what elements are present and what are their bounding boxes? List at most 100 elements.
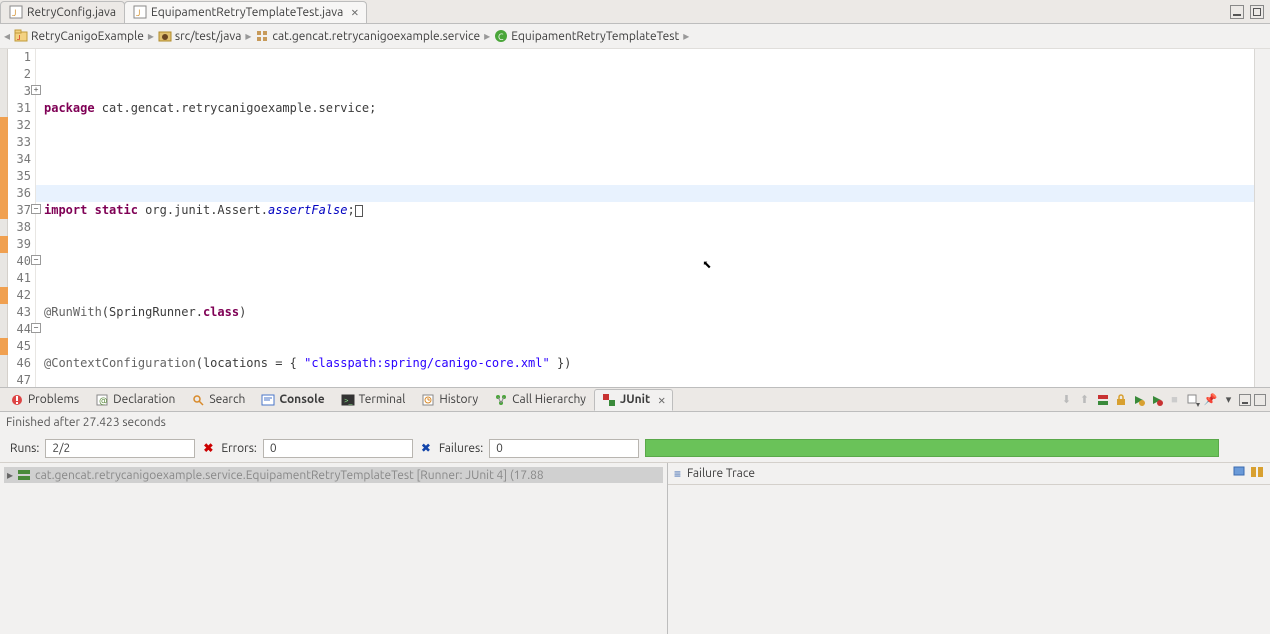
source-folder-icon xyxy=(158,29,172,43)
close-icon[interactable]: ✕ xyxy=(351,5,358,19)
svg-text:J: J xyxy=(136,8,140,18)
junit-stats: Runs: 2/2 ✖ Errors: 0 ✖ Failures: 0 xyxy=(0,434,1270,462)
declaration-icon: @ xyxy=(95,393,109,407)
errors-label: Errors: xyxy=(221,442,257,455)
editor-tab-label: RetryConfig.java xyxy=(27,6,116,19)
runs-value: 2/2 xyxy=(45,439,195,458)
failures-label: Failures: xyxy=(439,442,483,455)
error-icon: ✖ xyxy=(201,441,215,455)
view-tab-label: Call Hierarchy xyxy=(512,393,586,406)
breadcrumb-folder[interactable]: src/test/java xyxy=(158,29,242,43)
scroll-lock-icon[interactable] xyxy=(1113,392,1128,407)
editor-tab-active[interactable]: J EquipamentRetryTemplateTest.java ✕ xyxy=(124,1,367,23)
failures-value: 0 xyxy=(489,439,639,458)
svg-text:J: J xyxy=(17,34,20,42)
view-tab-label: Problems xyxy=(28,393,79,406)
view-tab-label: JUnit xyxy=(620,393,650,406)
breadcrumb: ◂ J RetryCanigoExample ▸ src/test/java ▸… xyxy=(0,24,1270,49)
show-failures-icon[interactable] xyxy=(1095,392,1110,407)
breadcrumb-package[interactable]: cat.gencat.retrycanigoexample.service xyxy=(255,29,480,43)
history-icon xyxy=(421,393,435,407)
tab-console[interactable]: Console xyxy=(253,389,332,411)
breadcrumb-project[interactable]: J RetryCanigoExample xyxy=(14,29,144,43)
failure-trace-pane: ≡ Failure Trace xyxy=(668,463,1270,634)
editor-pane: J RetryConfig.java J EquipamentRetryTemp… xyxy=(0,0,1270,388)
failure-icon: ✖ xyxy=(419,441,433,455)
tab-declaration[interactable]: @ Declaration xyxy=(87,389,183,411)
history-dropdown-icon[interactable] xyxy=(1185,392,1200,407)
console-icon xyxy=(261,393,275,407)
compare-icon[interactable] xyxy=(1250,465,1264,482)
code-content[interactable]: package cat.gencat.retrycanigoexample.se… xyxy=(36,49,1254,387)
vertical-scrollbar[interactable] xyxy=(1254,49,1270,387)
java-file-icon: J xyxy=(133,5,147,19)
breadcrumb-label: RetryCanigoExample xyxy=(31,30,144,43)
expand-icon[interactable]: ▸ xyxy=(7,468,13,482)
minimize-icon[interactable] xyxy=(1239,394,1251,406)
chevron-right-icon: ▸ xyxy=(245,29,251,43)
stack-icon: ≡ xyxy=(674,467,681,481)
view-tabs: Problems @ Declaration Search Console >_… xyxy=(0,388,1270,412)
project-icon: J xyxy=(14,29,28,43)
errors-value: 0 xyxy=(263,439,413,458)
tab-search[interactable]: Search xyxy=(183,389,253,411)
tab-problems[interactable]: Problems xyxy=(2,389,87,411)
view-tab-label: Search xyxy=(209,393,245,406)
code-editor[interactable]: 1 2 3+ 31 32 33 34 35 36 37− 38 39 40− 4… xyxy=(0,49,1270,387)
bottom-panel: Problems @ Declaration Search Console >_… xyxy=(0,388,1270,634)
prev-failure-icon[interactable]: ⬆ xyxy=(1077,392,1092,407)
pin-icon[interactable]: 📌 xyxy=(1203,392,1218,407)
rerun-failed-icon[interactable] xyxy=(1149,392,1164,407)
test-tree-item[interactable]: ▸ cat.gencat.retrycanigoexample.service.… xyxy=(4,467,663,483)
view-tab-label: Terminal xyxy=(359,393,406,406)
junit-status: Finished after 27.423 seconds xyxy=(0,412,1270,434)
search-icon xyxy=(191,393,205,407)
failure-trace-label: Failure Trace xyxy=(687,467,755,480)
maximize-icon[interactable] xyxy=(1254,394,1266,406)
runs-label: Runs: xyxy=(10,442,39,455)
call-hierarchy-icon xyxy=(494,393,508,407)
close-icon[interactable]: ✕ xyxy=(658,393,665,407)
tab-junit[interactable]: JUnit ✕ xyxy=(594,389,673,411)
tab-history[interactable]: History xyxy=(413,389,486,411)
svg-text:@: @ xyxy=(99,396,108,406)
chevron-right-icon: ▸ xyxy=(484,29,490,43)
junit-body: ▸ cat.gencat.retrycanigoexample.service.… xyxy=(0,462,1270,634)
minimize-icon[interactable] xyxy=(1230,5,1244,19)
marker-bar xyxy=(0,49,8,387)
chevron-left-icon[interactable]: ◂ xyxy=(4,29,10,43)
junit-icon xyxy=(602,393,616,407)
svg-text:J: J xyxy=(12,8,16,18)
problems-icon xyxy=(10,393,24,407)
next-failure-icon[interactable]: ⬇ xyxy=(1059,392,1074,407)
tab-call-hierarchy[interactable]: Call Hierarchy xyxy=(486,389,594,411)
editor-tab-label: EquipamentRetryTemplateTest.java xyxy=(151,6,343,19)
maximize-icon[interactable] xyxy=(1250,5,1264,19)
breadcrumb-class[interactable]: C EquipamentRetryTemplateTest xyxy=(494,29,679,43)
progress-bar xyxy=(645,439,1219,457)
test-tree[interactable]: ▸ cat.gencat.retrycanigoexample.service.… xyxy=(0,463,668,634)
view-menu-icon[interactable]: ▾ xyxy=(1221,392,1236,407)
editor-tab-inactive[interactable]: J RetryConfig.java xyxy=(0,1,125,23)
class-icon: C xyxy=(494,29,508,43)
terminal-icon: >_ xyxy=(341,393,355,407)
view-tab-label: Console xyxy=(279,393,324,406)
current-line-highlight xyxy=(36,185,1254,202)
rerun-icon[interactable] xyxy=(1131,392,1146,407)
java-file-icon: J xyxy=(9,5,23,19)
test-tree-label: cat.gencat.retrycanigoexample.service.Eq… xyxy=(35,469,544,482)
filter-icon[interactable] xyxy=(1232,465,1246,482)
breadcrumb-label: src/test/java xyxy=(175,30,242,43)
junit-toolbar: ⬇ ⬆ ■ 📌 ▾ xyxy=(1059,392,1270,407)
editor-tabs: J RetryConfig.java J EquipamentRetryTemp… xyxy=(0,0,1270,24)
stop-icon[interactable]: ■ xyxy=(1167,392,1182,407)
line-numbers: 1 2 3+ 31 32 33 34 35 36 37− 38 39 40− 4… xyxy=(8,49,36,387)
view-tab-label: Declaration xyxy=(113,393,175,406)
folded-indicator[interactable] xyxy=(355,205,363,217)
view-tab-label: History xyxy=(439,393,478,406)
svg-text:C: C xyxy=(498,32,504,42)
test-pass-icon xyxy=(17,468,31,482)
svg-text:>_: >_ xyxy=(344,396,353,405)
chevron-right-icon: ▸ xyxy=(148,29,154,43)
tab-terminal[interactable]: >_ Terminal xyxy=(333,389,414,411)
